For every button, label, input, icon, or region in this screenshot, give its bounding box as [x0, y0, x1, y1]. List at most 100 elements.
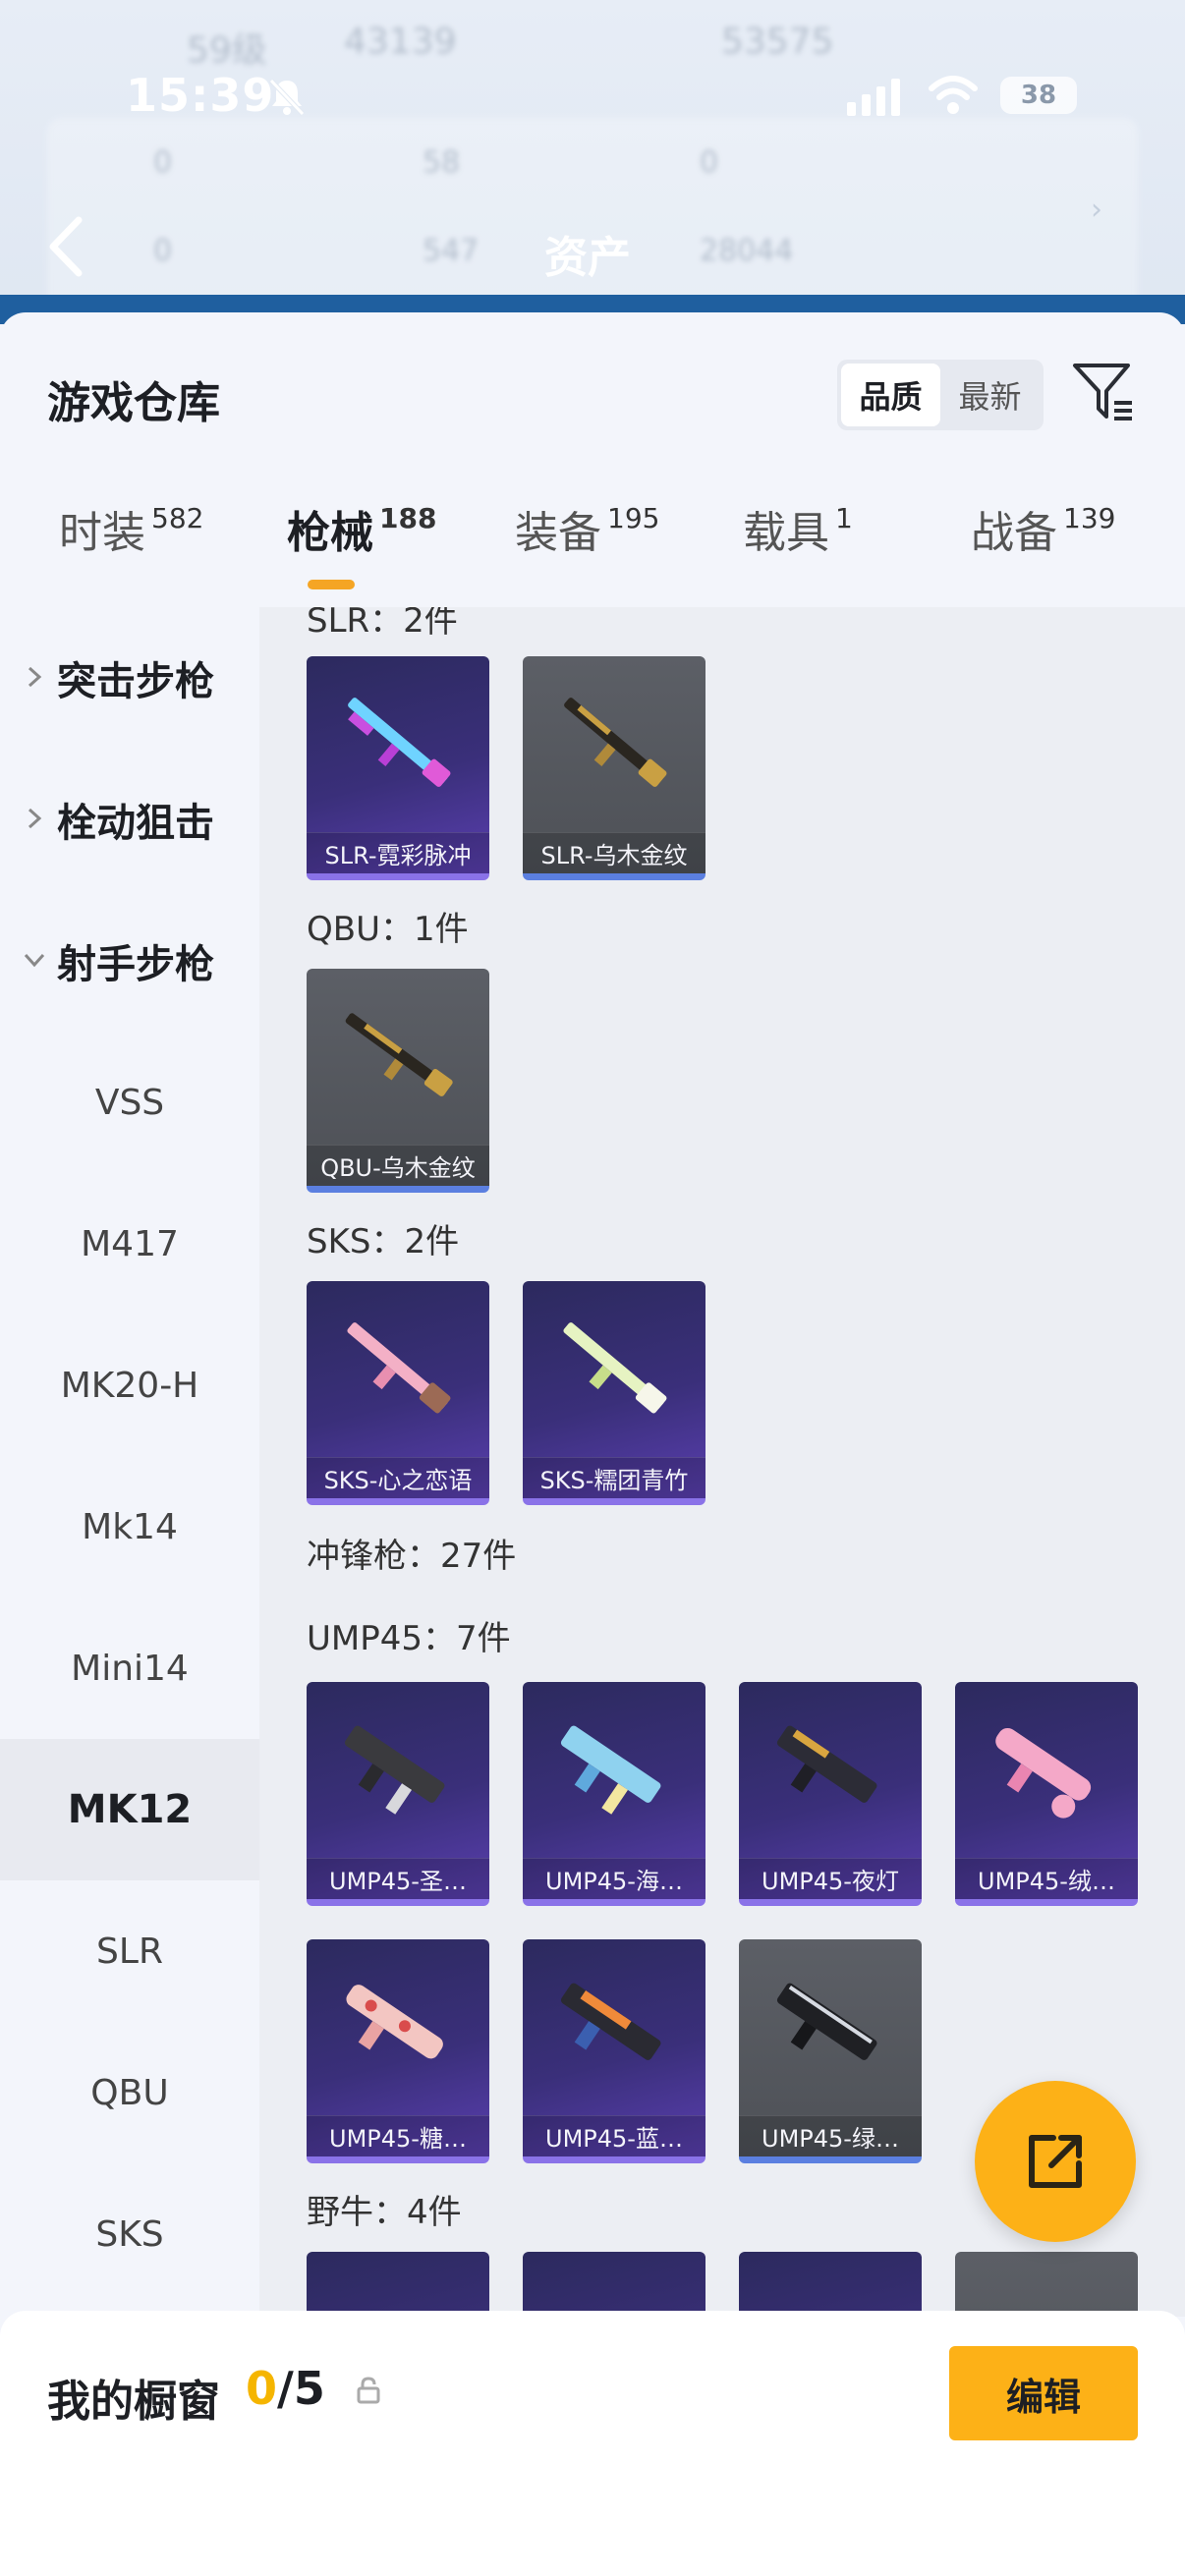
skin-name: UMP45-夜灯 [739, 1858, 922, 1899]
skin-card[interactable]: SLR-乌木金纹 [523, 656, 705, 880]
rifle-icon [347, 1322, 451, 1414]
tab-supplies[interactable]: 战备 139 [971, 499, 1115, 568]
skin-card[interactable]: UMP45-蓝… [523, 1939, 705, 2163]
sheet-title: 游戏仓库 [47, 378, 220, 428]
tab-fashion[interactable]: 时装 582 [59, 499, 203, 568]
smg-icon [776, 1983, 877, 2060]
rifle-icon [348, 698, 451, 787]
skin-card-partial[interactable] [739, 2252, 922, 2317]
smg-icon [776, 1725, 877, 1803]
skin-name: UMP45-绿… [739, 2115, 922, 2156]
skin-card-partial[interactable] [307, 2252, 489, 2317]
sidebar-group-bolt-snipers[interactable]: 栓动狙击 [0, 749, 259, 890]
skin-name: UMP45-蓝… [523, 2115, 705, 2156]
showcase-count: 0/5 [246, 2362, 325, 2415]
skin-name: SKS-糯团青竹 [523, 1457, 705, 1498]
skin-card[interactable]: QBU-乌木金纹 [307, 969, 489, 1193]
weapon-sidebar: 突击步枪 栓动狙击 射手步枪 VSS M417 MK20-H Mk14 Mini… [0, 607, 259, 2576]
share-button[interactable] [975, 2081, 1136, 2242]
section-title-slr: SLR：2件 [307, 607, 458, 641]
wifi-icon [929, 76, 978, 114]
rifle-icon [345, 1013, 453, 1096]
sidebar-group-label: 突击步枪 [57, 659, 214, 704]
showcase-total: /5 [277, 2362, 325, 2415]
tab-label: 战备 [971, 508, 1057, 558]
tab-count: 195 [607, 502, 660, 534]
sidebar-item-mk14[interactable]: Mk14 [0, 1456, 259, 1597]
skin-card[interactable]: UMP45-绿… [739, 1939, 922, 2163]
section-title-ump45: UMP45：7件 [307, 1619, 511, 1658]
bg-stat: 58 [423, 145, 461, 180]
skin-card-partial[interactable] [523, 2252, 705, 2317]
smg-icon [346, 1985, 443, 2059]
sort-newest-option[interactable]: 最新 [940, 364, 1040, 426]
tab-vehicles[interactable]: 载具 1 [743, 499, 853, 568]
bg-level: 59级 [187, 30, 267, 71]
back-chevron-icon[interactable] [43, 212, 86, 281]
skin-card[interactable]: SKS-糯团青竹 [523, 1281, 705, 1505]
edit-button[interactable]: 编辑 [949, 2346, 1138, 2440]
tab-count: 139 [1063, 502, 1116, 534]
chevron-down-icon [24, 953, 45, 968]
signal-icon [847, 77, 900, 116]
section-title-sks: SKS：2件 [307, 1222, 460, 1261]
smg-icon [995, 1727, 1092, 1819]
page-title-assets: 资产 [544, 233, 631, 283]
status-time: 15:39 [126, 69, 275, 122]
tab-equipment[interactable]: 装备 195 [515, 499, 659, 568]
sidebar-group-label: 射手步枪 [57, 942, 214, 987]
showcase-label: 我的橱窗 [47, 2377, 220, 2427]
showcase-current: 0 [246, 2362, 278, 2415]
category-tabs: 时装 582 枪械 188 装备 195 载具 1 战备 139 [0, 499, 1185, 607]
tab-label: 装备 [515, 508, 601, 558]
sidebar-item-mk12[interactable]: MK12 [0, 1739, 259, 1880]
skin-name: UMP45-海… [523, 1858, 705, 1899]
skin-card[interactable]: UMP45-圣… [307, 1682, 489, 1906]
skin-card[interactable]: UMP45-绒… [955, 1682, 1138, 1906]
sidebar-item-slr[interactable]: SLR [0, 1880, 259, 2022]
filter-icon[interactable] [1071, 360, 1136, 424]
sidebar-group-marksman-rifles[interactable]: 射手步枪 [0, 890, 259, 1032]
section-title-bizon: 野牛：4件 [307, 2193, 462, 2232]
sidebar-item-sks[interactable]: SKS [0, 2163, 259, 2305]
tab-label: 时装 [59, 508, 145, 558]
tab-label: 载具 [743, 508, 829, 558]
skin-card[interactable]: UMP45-海… [523, 1682, 705, 1906]
bg-stats-card [47, 118, 1138, 314]
warehouse-sheet: 游戏仓库 品质 最新 时装 582 枪械 188 装备 195 载具 1 战备 139 突… [0, 312, 1185, 2576]
tab-guns[interactable]: 枪械 188 [287, 499, 436, 568]
sort-quality-option[interactable]: 品质 [841, 364, 940, 426]
skin-name: SKS-心之恋语 [307, 1457, 489, 1498]
battery-indicator: 38 [1000, 77, 1077, 114]
skin-name: QBU-乌木金纹 [307, 1145, 489, 1186]
section-title-qbu: QBU：1件 [307, 910, 469, 949]
tab-count: 188 [379, 502, 437, 534]
skin-card[interactable]: SLR-霓彩脉冲 [307, 656, 489, 880]
chevron-right-icon[interactable]: › [1091, 193, 1102, 227]
sidebar-item-qbu[interactable]: QBU [0, 2022, 259, 2163]
smg-icon [560, 1725, 661, 1815]
chevron-right-icon [28, 666, 42, 688]
skin-name: SLR-霓彩脉冲 [307, 832, 489, 873]
sidebar-group-assault-rifles[interactable]: 突击步枪 [0, 607, 259, 749]
skin-name: SLR-乌木金纹 [523, 832, 705, 873]
sidebar-item-mini14[interactable]: Mini14 [0, 1597, 259, 1739]
rifle-icon [564, 698, 667, 787]
weapon-grid: SLR：2件 SLR-霓彩脉冲 SLR-乌木金纹 QBU：1件 QBU-乌木金纹… [259, 607, 1185, 2317]
bg-stat: 0 [153, 234, 173, 268]
smg-icon [560, 1983, 661, 2060]
active-tab-indicator [308, 580, 355, 589]
skin-card[interactable]: UMP45-夜灯 [739, 1682, 922, 1906]
bg-stat: 28044 [700, 234, 794, 268]
sidebar-item-vss[interactable]: VSS [0, 1032, 259, 1173]
skin-card[interactable]: SKS-心之恋语 [307, 1281, 489, 1505]
tab-label: 枪械 [287, 508, 373, 558]
skin-card-partial[interactable] [955, 2252, 1138, 2317]
sidebar-item-mk20h[interactable]: MK20-H [0, 1315, 259, 1456]
bg-stat: 0 [700, 145, 719, 180]
skin-card[interactable]: UMP45-糖… [307, 1939, 489, 2163]
sidebar-item-m417[interactable]: M417 [0, 1173, 259, 1315]
bg-stat: 547 [423, 234, 480, 268]
sort-toggle: 品质 最新 [837, 360, 1044, 430]
rifle-icon [563, 1322, 667, 1414]
